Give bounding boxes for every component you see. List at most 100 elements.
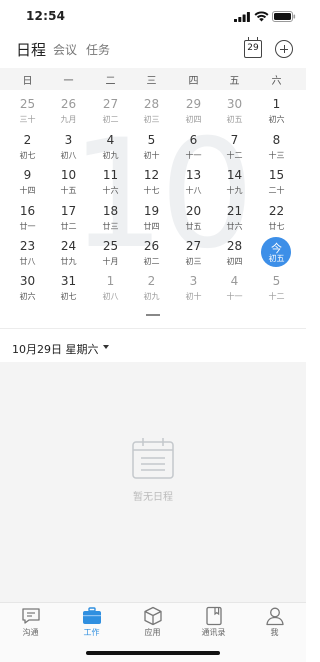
calendar-day-number: 1 [272, 97, 281, 111]
empty-state-text: 暂无日程 [133, 492, 173, 503]
calendar-day[interactable]: 31 初七 [48, 271, 89, 313]
calendar-day-lunar: 十六 [102, 186, 119, 195]
weekday-label: 三 [146, 76, 157, 87]
calendar-today-icon[interactable]: 29 [244, 37, 262, 58]
calendar-day-number: 16 [19, 204, 36, 218]
briefcase-icon [83, 607, 101, 624]
tabbar-label: 应用 [144, 628, 161, 637]
calendar-day-number: 2 [23, 133, 32, 147]
calendar-day-lunar: 初十 [143, 151, 160, 160]
calendar-day-number: 26 [143, 239, 160, 253]
calendar-day-number: 1 [106, 274, 115, 288]
calendar-day-lunar: 初七 [19, 151, 36, 160]
chat-icon [22, 608, 40, 624]
calendar-day-lunar: 十一 [226, 292, 243, 301]
calendar-day-lunar: 廿一 [19, 222, 36, 231]
calendar-day-number: 10 [60, 168, 77, 182]
tabbar-item-work[interactable]: 工作 [61, 603, 122, 643]
tabbar-label: 通讯录 [201, 628, 226, 637]
selected-date-label[interactable]: 10月29日 星期六 [12, 341, 99, 357]
calendar-day-lunar: 廿二 [60, 222, 77, 231]
weekday-label: 日 [22, 76, 33, 87]
battery-icon [272, 11, 296, 22]
person-icon [266, 607, 284, 626]
calendar-day-lunar: 初三 [143, 115, 160, 124]
calendar-day-number: 3 [64, 133, 73, 147]
calendar-day-lunar: 初四 [226, 257, 243, 266]
calendar-day[interactable]: 3 初十 [173, 271, 214, 313]
calendar-day-lunar: 十九 [226, 186, 243, 195]
weekday-label: 五 [229, 76, 240, 87]
contacts-book-icon [206, 606, 222, 626]
tab-schedule[interactable]: 日程 [16, 39, 46, 60]
calendar-day-lunar: 初三 [185, 257, 202, 266]
calendar-day-number: 27 [102, 97, 119, 111]
calendar-day-number: 24 [60, 239, 77, 253]
calendar-day-number: 21 [226, 204, 243, 218]
calendar-day[interactable]: 5 十二 [256, 271, 297, 313]
calendar-day-lunar: 十三 [268, 151, 285, 160]
calendar-day-number: 30 [19, 274, 36, 288]
calendar-day-number: 30 [226, 97, 243, 111]
calendar-day-number: 5 [272, 274, 281, 288]
chevron-down-icon[interactable] [103, 345, 109, 349]
weekday-label: 六 [271, 76, 282, 87]
status-time: 12:54 [26, 9, 66, 23]
calendar-day-number: 11 [102, 168, 119, 182]
calendar-day-number: 3 [189, 274, 198, 288]
tabbar-label: 我 [270, 628, 279, 637]
tab-tasks[interactable]: 任务 [86, 41, 110, 58]
calendar-day[interactable]: 2 初九 [131, 271, 172, 313]
home-indicator [86, 651, 220, 655]
calendar-day-number: 25 [102, 239, 119, 253]
calendar-day-number: 13 [185, 168, 202, 182]
calendar-day[interactable]: 30 初六 [7, 271, 48, 313]
weekday-header: 日 一 二 三 四 五 六 [0, 68, 306, 90]
wifi-icon [254, 11, 269, 22]
calendar-day-lunar: 廿五 [185, 222, 202, 231]
calendar-day-lunar: 初八 [60, 151, 77, 160]
tabbar-item-me[interactable]: 我 [244, 603, 305, 643]
calendar-day-lunar: 廿四 [143, 222, 160, 231]
tabbar-item-chat[interactable]: 沟通 [0, 603, 61, 643]
calendar-day-number: 15 [268, 168, 285, 182]
tabbar-item-contacts[interactable]: 通讯录 [183, 603, 244, 643]
calendar-day-number: 19 [143, 204, 160, 218]
calendar-day-lunar: 十二 [226, 151, 243, 160]
cellular-signal-icon [234, 12, 250, 22]
calendar-day-lunar: 廿七 [268, 222, 285, 231]
calendar-day-number: 4 [106, 133, 115, 147]
calendar-day[interactable]: 4 十一 [214, 271, 255, 313]
calendar-day-number: 31 [60, 274, 77, 288]
calendar-day-lunar: 十四 [19, 186, 36, 195]
calendar-day-number: 9 [23, 168, 32, 182]
calendar-day-number: 5 [147, 133, 156, 147]
calendar-day-lunar: 初二 [102, 115, 119, 124]
tabbar-label: 沟通 [22, 628, 39, 637]
calendar-day-number: 20 [185, 204, 202, 218]
calendar-day-number: 14 [226, 168, 243, 182]
calendar-day-number: 2 [147, 274, 156, 288]
empty-calendar-icon [132, 438, 174, 479]
selected-date-row[interactable]: 10月29日 星期六 [0, 328, 306, 362]
calendar-day[interactable]: 1 初八 [90, 271, 131, 313]
tab-meetings[interactable]: 会议 [53, 41, 77, 58]
cube-icon [144, 606, 162, 626]
calendar-day-number: 27 [185, 239, 202, 253]
weekday-label: 四 [188, 76, 199, 87]
calendar-day-lunar: 初五 [226, 115, 243, 124]
calendar-day-number: 7 [230, 133, 239, 147]
collapse-handle[interactable] [146, 314, 160, 316]
calendar-day-lunar: 三十 [19, 115, 36, 124]
calendar-day-lunar: 十一 [185, 151, 202, 160]
schedule-list-empty: 暂无日程 [0, 362, 306, 602]
tabbar-item-apps[interactable]: 应用 [122, 603, 183, 643]
calendar-day-lunar: 十七 [143, 186, 160, 195]
calendar-day-number: 29 [185, 97, 202, 111]
calendar-day-lunar: 十五 [60, 186, 77, 195]
calendar-day-number: 4 [230, 274, 239, 288]
add-icon[interactable] [275, 40, 293, 58]
calendar-day-lunar: 初二 [143, 257, 160, 266]
calendar-day-lunar: 廿九 [60, 257, 77, 266]
tabbar-label: 工作 [83, 628, 100, 637]
